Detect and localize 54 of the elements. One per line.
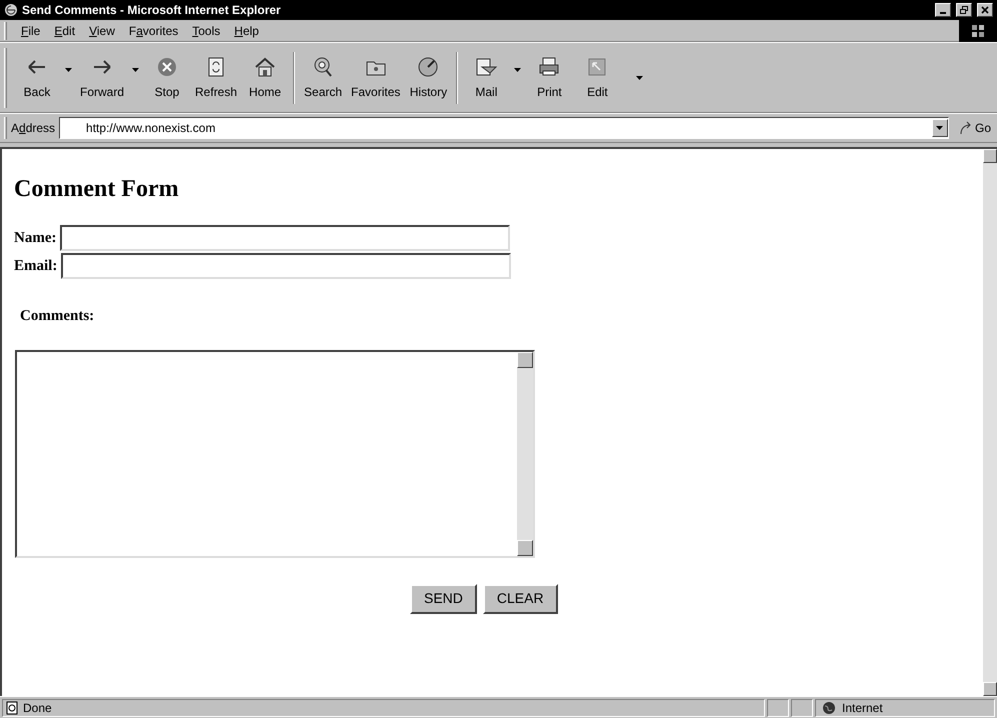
status-panel bbox=[767, 698, 789, 716]
status-text: Done bbox=[23, 700, 52, 716]
more-caret-icon bbox=[636, 76, 643, 80]
text-field[interactable] bbox=[60, 225, 510, 251]
windows-logo-icon bbox=[971, 24, 985, 38]
go-arrow-icon bbox=[958, 121, 973, 135]
menu-item[interactable]: Tools bbox=[192, 22, 220, 40]
comments-label: Comments: bbox=[20, 307, 96, 326]
toolbar-button[interactable]: Refresh bbox=[191, 48, 242, 108]
address-label: Address bbox=[11, 120, 56, 137]
menu-item[interactable]: Edit bbox=[54, 22, 76, 40]
dropdown-caret-icon bbox=[65, 68, 72, 72]
page-scrollbar[interactable] bbox=[983, 149, 997, 696]
browser-logo-icon bbox=[4, 3, 18, 17]
toolbar-button[interactable]: Favorites bbox=[347, 48, 404, 108]
page-heading: Comment Form bbox=[14, 175, 180, 204]
address-field[interactable]: http://www.nonexist.com bbox=[59, 117, 949, 139]
toolbar-button[interactable]: Edit bbox=[573, 48, 622, 108]
page-icon bbox=[5, 700, 19, 714]
window-title: Send Comments - Microsoft Internet Explorer bbox=[22, 2, 282, 19]
menu-item[interactable]: File bbox=[21, 22, 40, 40]
toolbar-button[interactable]: Stop bbox=[143, 48, 192, 108]
toolbar-button[interactable]: Home bbox=[241, 48, 290, 108]
restore-icon bbox=[960, 6, 968, 14]
comments-field[interactable] bbox=[15, 350, 535, 558]
toolbar-button[interactable]: Print bbox=[525, 48, 574, 108]
go-button[interactable]: Go bbox=[952, 119, 997, 137]
form-button[interactable]: CLEAR bbox=[482, 584, 558, 614]
printer-icon bbox=[537, 54, 562, 78]
address-dropdown-button[interactable] bbox=[932, 119, 948, 137]
toolbar-button[interactable]: Back bbox=[13, 48, 76, 108]
dropdown-caret-icon bbox=[132, 68, 140, 72]
toolbar-button[interactable]: History bbox=[404, 48, 452, 108]
zone-text: Internet bbox=[842, 700, 883, 716]
globe-icon bbox=[822, 700, 836, 714]
minimize-button[interactable] bbox=[935, 3, 951, 17]
caret-icon bbox=[936, 126, 944, 130]
close-icon bbox=[981, 6, 989, 14]
menu-item[interactable]: View bbox=[89, 22, 115, 40]
field-label: Email: bbox=[14, 256, 58, 276]
status-panel bbox=[791, 698, 813, 716]
menu-item[interactable]: Favorites bbox=[128, 22, 178, 40]
toolbar-button[interactable]: Forward bbox=[76, 48, 144, 108]
toolbar-button[interactable]: Mail bbox=[462, 48, 526, 108]
restore-button[interactable] bbox=[956, 3, 972, 17]
dropdown-caret-icon bbox=[514, 68, 522, 72]
form-button[interactable]: SEND bbox=[410, 584, 477, 614]
scrollbar[interactable] bbox=[517, 352, 533, 556]
close-button[interactable] bbox=[977, 3, 993, 17]
menu-item[interactable]: Help bbox=[234, 22, 259, 40]
field-label: Name: bbox=[14, 228, 56, 248]
clock-icon bbox=[416, 54, 440, 78]
toolbar-button[interactable]: Search bbox=[299, 48, 348, 108]
text-field[interactable] bbox=[61, 253, 512, 279]
